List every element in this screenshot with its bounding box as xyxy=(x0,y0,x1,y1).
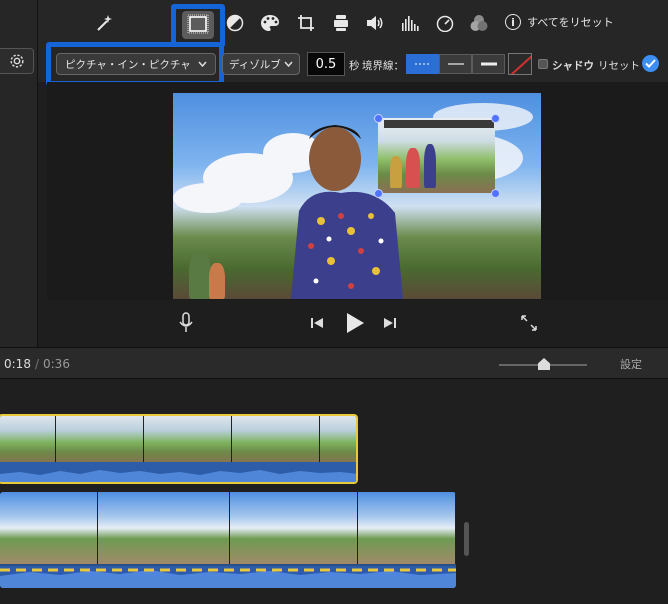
clip-thumbnail xyxy=(144,416,232,464)
video-camera-icon xyxy=(334,15,348,31)
palette-icon xyxy=(261,15,279,31)
reset-all-button[interactable]: i すべてをリセット xyxy=(505,14,614,30)
timeline-settings-button[interactable]: 設定 xyxy=(620,356,642,372)
magic-wand-tool[interactable] xyxy=(93,12,115,34)
border-style-segmented-control xyxy=(406,54,505,74)
equalizer-tool[interactable] xyxy=(399,12,421,34)
picture-in-picture-icon xyxy=(187,14,209,34)
timeline-header: 0:18/ 0:36 設定 xyxy=(0,347,668,379)
play-icon[interactable] xyxy=(345,312,365,334)
clip-thumbnail xyxy=(230,492,358,564)
skip-back-icon[interactable] xyxy=(310,317,324,329)
speedometer-icon xyxy=(436,15,454,32)
timeline-scrollbar[interactable] xyxy=(464,522,469,556)
pip-resize-handle-top-left[interactable] xyxy=(374,114,383,123)
audio-waveform xyxy=(0,462,356,482)
transition-duration-input[interactable]: 0.5 xyxy=(307,52,345,76)
playback-controls xyxy=(38,300,668,347)
dashed-line-icon xyxy=(414,63,431,65)
transition-style-value: ディゾルブ xyxy=(229,58,281,71)
transition-style-select[interactable]: ディゾルブ xyxy=(222,53,300,75)
apply-checkmark-button[interactable] xyxy=(642,55,659,72)
clip-filter-tool[interactable] xyxy=(468,12,490,34)
color-balance-icon xyxy=(226,14,244,32)
clip-thumbnail xyxy=(0,416,56,464)
left-panel xyxy=(0,0,38,347)
skip-forward-icon[interactable] xyxy=(383,317,397,329)
clip-thumbnail xyxy=(0,492,98,564)
duration-unit-label: 秒 xyxy=(349,60,360,72)
border-none-button[interactable] xyxy=(406,54,439,74)
border-color-swatch[interactable] xyxy=(508,53,532,75)
thick-line-icon xyxy=(480,62,497,66)
main-clip[interactable] xyxy=(0,492,456,588)
chevron-down-icon xyxy=(198,61,207,67)
speed-tool[interactable] xyxy=(434,12,456,34)
clip-thumbnail xyxy=(56,416,144,464)
chevron-down-icon xyxy=(284,61,293,67)
reset-all-label: すべてをリセット xyxy=(527,16,614,29)
crop-icon xyxy=(298,15,314,31)
color-correction-tool[interactable] xyxy=(259,12,281,34)
shadow-checkbox[interactable] xyxy=(538,59,548,69)
imovie-editor: i すべてをリセット ピクチャ・イン・ピクチャ ディゾルブ 0.5 秒 境界線：… xyxy=(0,0,668,604)
pip-overlay-frame[interactable] xyxy=(378,118,495,193)
clip-thumbnail xyxy=(232,416,320,464)
magic-wand-icon xyxy=(97,15,112,31)
filter-circles-icon xyxy=(470,15,488,31)
total-time: 0:36 xyxy=(43,357,70,371)
pip-resize-handle-top-right[interactable] xyxy=(491,114,500,123)
time-separator: / xyxy=(34,357,39,371)
current-time: 0:18 xyxy=(4,357,31,371)
thin-line-icon xyxy=(447,63,464,65)
checkmark-icon xyxy=(645,59,656,68)
shadow-label: シャドウ xyxy=(552,60,594,72)
fullscreen-icon[interactable] xyxy=(520,314,538,332)
border-label: 境界線： xyxy=(362,60,404,72)
picture-in-picture-tool[interactable] xyxy=(182,11,214,39)
border-thin-button[interactable] xyxy=(439,54,472,74)
microphone-icon[interactable] xyxy=(179,312,193,334)
clip-thumbnail xyxy=(358,492,456,564)
audio-waveform xyxy=(0,566,456,588)
color-balance-tool[interactable] xyxy=(224,12,246,34)
crop-tool[interactable] xyxy=(295,12,317,34)
clip-thumbnail xyxy=(320,416,356,464)
reset-button[interactable]: リセット xyxy=(598,58,640,73)
info-icon: i xyxy=(505,14,521,30)
overlay-type-select[interactable]: ピクチャ・イン・ピクチャ xyxy=(56,53,216,75)
equalizer-icon xyxy=(402,16,419,31)
speaker-icon xyxy=(367,16,383,30)
overlay-type-value: ピクチャ・イン・ピクチャ xyxy=(65,58,191,71)
zoom-slider-knob[interactable] xyxy=(538,358,550,370)
border-thick-button[interactable] xyxy=(472,54,505,74)
gear-icon xyxy=(9,54,24,68)
pip-resize-handle-bottom-left[interactable] xyxy=(374,189,383,198)
overlay-clip-selected[interactable] xyxy=(0,414,358,484)
clip-thumbnail xyxy=(98,492,230,564)
volume-tool[interactable] xyxy=(364,12,386,34)
stabilization-tool[interactable] xyxy=(330,12,352,34)
timecode: 0:18/ 0:36 xyxy=(4,357,70,371)
adjustment-toolbar: i すべてをリセット xyxy=(38,0,668,48)
pip-resize-handle-bottom-right[interactable] xyxy=(491,189,500,198)
settings-gear-button[interactable] xyxy=(0,48,34,74)
